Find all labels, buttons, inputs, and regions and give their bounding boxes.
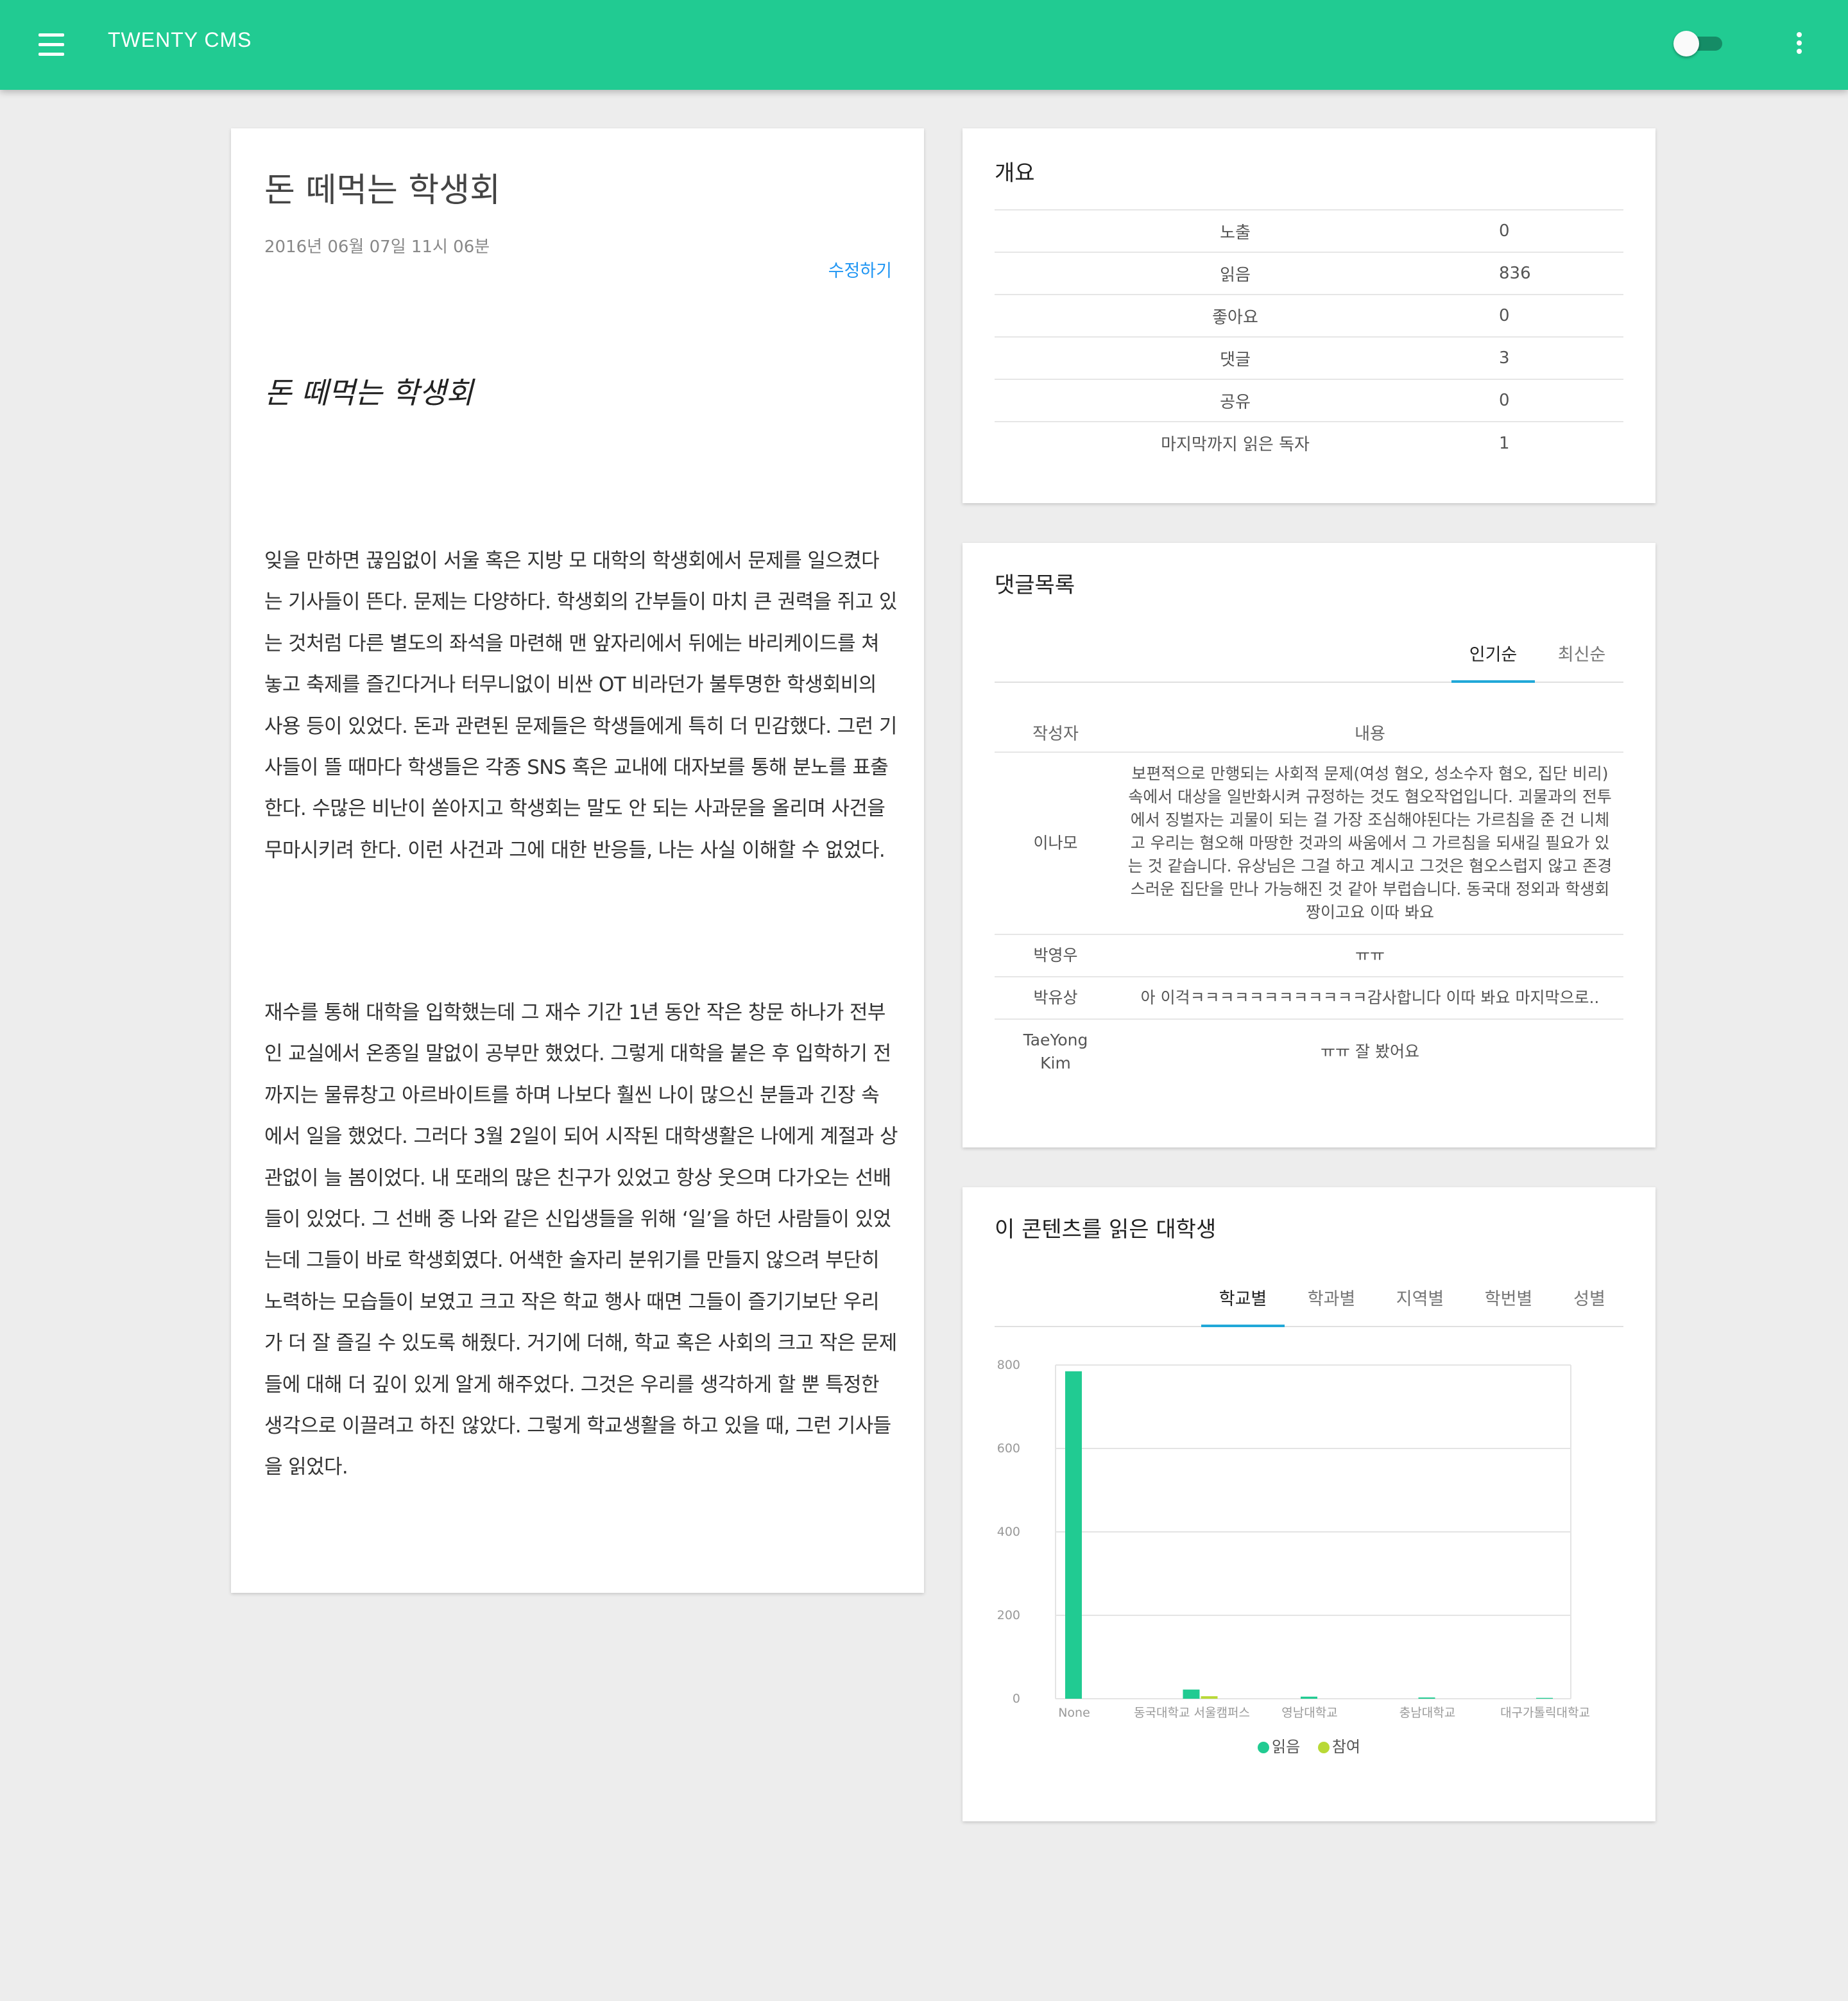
content-column-header: 내용 [1116,714,1623,753]
overview-value: 0 [1476,294,1623,337]
overview-row: 공유 0 [995,379,1623,422]
paragraph-line: 들이 있었다. 그 선배 중 나와 같은 신입생들을 위해 ‘일’을 하던 사람… [264,1208,891,1232]
paragraph-line: 까지는 물류창고 아르바이트를 하며 나보다 훨씬 나이 많으신 분들과 긴장 … [264,1083,880,1107]
paragraph-line: 놓고 축제를 즐긴다거나 터무니없이 비싼 OT 비라던가 불투명한 학생회비의 [264,673,877,697]
paragraph-line: 사들이 뜰 때마다 학생들은 각종 SNS 혹은 교내에 대자보를 통해 분노를… [264,756,889,780]
x-tick-label: 동국대학교 서울캠퍼스 [1134,1706,1250,1720]
article-paragraph-1: 잊을 만하면 끊임없이 서울 혹은 지방 모 대학의 학생회에서 문제를 일으켰… [264,540,900,871]
comment-row: 이나모 보편적으로 만행되는 사회적 문제(여성 혐오, 성소수자 혐오, 집단 … [995,752,1623,935]
paragraph-line: 재수를 통해 대학을 입학했는데 그 재수 기간 1년 동안 작은 창문 하나가… [264,1001,886,1024]
chart-bar [1418,1697,1435,1699]
paragraph-line: 는 것처럼 다른 별도의 좌석을 마련해 맨 앞자리에서 뒤에는 바리케이드를 … [264,631,880,655]
overview-label: 좋아요 [995,294,1476,337]
paragraph-line: 는데 그들이 바로 학생회였다. 어색한 술자리 분위기를 만들지 않으려 부단… [264,1249,880,1273]
overview-table: 노출 0 읽음 836 좋아요 0 댓글 3 공유 0 마지막까지 읽은 독자 1 [995,209,1623,464]
readers-bar-chart: 0 200 400 600 800 None 동국대학교 서울캠퍼스 영남대학교 충남대학교 대구… [997,1358,1590,1720]
overview-row: 댓글 3 [995,336,1623,379]
comment-author: 박영우 [995,934,1116,977]
overview-title: 개요 [995,160,1035,186]
paragraph-line: 잊을 만하면 끊임없이 서울 혹은 지방 모 대학의 학생회에서 문제를 일으켰… [264,549,880,572]
paragraph-line: 가 더 잘 즐길 수 있도록 해줬다. 거기에 더해, 학교 혹은 사회의 크고… [264,1332,897,1355]
overview-value: 3 [1476,336,1623,379]
y-tick-label: 600 [997,1441,1020,1456]
legend-label-read: 읽음 [1272,1738,1301,1756]
article-date: 2016년 06월 07일 11시 06분 [264,237,490,257]
chart-bar [1065,1371,1082,1699]
comment-content: 보편적으로 만행되는 사회적 문제(여성 혐오, 성소수자 혐오, 집단 비리)… [1116,752,1623,935]
comment-author: TaeYong Kim [1023,1030,1088,1072]
overview-value: 836 [1476,252,1623,295]
author-column-header: 작성자 [995,714,1116,753]
overview-label: 마지막까지 읽은 독자 [995,421,1476,464]
paragraph-line: 노력하는 모습들이 보였고 크고 작은 학교 행사 때면 그들이 즐기기보단 우… [264,1290,880,1314]
x-tick-label: 대구가톨릭대학교 [1500,1706,1590,1720]
overview-label: 공유 [995,379,1476,422]
x-tick-label: 영남대학교 [1281,1706,1337,1720]
y-tick-label: 200 [997,1608,1020,1622]
tab-latest[interactable]: 최신순 [1540,628,1623,683]
x-tick-label: 충남대학교 [1399,1706,1455,1720]
theme-toggle[interactable] [1673,31,1725,56]
edit-link[interactable]: 수정하기 [828,257,892,282]
article-heading: 돈 떼먹는 학생회 [264,375,474,410]
chart-bar [1183,1689,1200,1699]
overview-row: 노출 0 [995,209,1623,252]
paragraph-line: 인 교실에서 온종일 말없이 공부만 했었다. 그렇게 대학을 붙은 후 입학하… [264,1042,891,1066]
readers-card: 이 콘텐츠를 읽은 대학생 학교별 학과별 지역별 학번별 성별 0 200 400… [963,1187,1656,1821]
overview-row: 읽음 836 [995,252,1623,295]
tab-popular[interactable]: 인기순 [1451,628,1535,683]
comment-row: 박영우 ㅠㅠ [995,934,1623,977]
app-title: TWENTY CMS [108,28,252,51]
overview-label: 노출 [995,209,1476,252]
chart-legend: 읽음 참여 [963,1734,1656,1756]
comments-table: 작성자 내용 이나모 보편적으로 만행되는 사회적 문제(여성 혐오, 성소수자 … [995,714,1623,1083]
comment-author: 박유상 [995,977,1116,1020]
paragraph-line: 사용 등이 있었다. 돈과 관련된 문제들은 학생들에게 특히 더 민감했다. … [264,714,897,738]
comment-author: 이나모 [995,752,1116,935]
article-paragraph-2: 재수를 통해 대학을 입학했는데 그 재수 기간 1년 동안 작은 창문 하나가… [264,992,900,1488]
legend-item-participate[interactable]: 참여 [1317,1734,1360,1756]
comment-content: ㅠㅠ 잘 봤어요 [1321,1042,1419,1061]
comment-row: 박유상 아 이걱ㅋㅋㅋㅋㅋㅋㅋㅋㅋㅋㅋㅋ감사합니다 이따 봐요 마지막으로.. [995,977,1623,1020]
x-tick-label: None [1058,1706,1090,1720]
comment-sort-tabs: 인기순 최신순 [995,628,1623,683]
paragraph-line: 들에 대해 더 깊이 있게 알게 해주었다. 그것은 우리를 생각하게 할 뿐 … [264,1373,880,1396]
comments-title: 댓글목록 [995,572,1075,598]
y-tick-label: 800 [997,1358,1020,1372]
y-tick-label: 400 [997,1525,1020,1539]
more-vertical-icon[interactable] [1792,32,1807,58]
paragraph-line: 는 기사들이 뜬다. 문제는 다양하다. 학생회의 간부들이 마치 큰 권력을 … [264,590,897,614]
overview-row: 마지막까지 읽은 독자 1 [995,421,1623,464]
comment-content: 아 이걱ㅋㅋㅋㅋㅋㅋㅋㅋㅋㅋㅋㅋ감사합니다 이따 봐요 마지막으로.. [1116,977,1623,1020]
legend-dot-read [1258,1742,1269,1753]
paragraph-line: 생각으로 이끌려고 하진 않았다. 그렇게 학교생활을 하고 있을 때, 그런 … [264,1414,891,1438]
paragraph-line: 관없이 늘 봄이었다. 내 또래의 많은 친구가 있었고 항상 웃으며 다가오는… [264,1166,891,1190]
legend-dot-participate [1317,1742,1330,1753]
overview-value: 0 [1476,209,1623,252]
overview-value: 1 [1476,421,1623,464]
app-bar: TWENTY CMS [0,0,1848,90]
chart-bar [1536,1697,1553,1699]
paragraph-line: 무마시키려 한다. 이런 사건과 그에 대한 반응들, 나는 사실 이해할 수 … [264,838,886,862]
overview-value: 0 [1476,379,1623,422]
toggle-thumb [1673,31,1699,56]
paragraph-line: 한다. 수많은 비난이 쏟아지고 학생회는 말도 안 되는 사과문을 올리며 사… [264,797,886,821]
hamburger-menu-icon[interactable] [38,33,64,56]
overview-card: 개요 노출 0 읽음 836 좋아요 0 댓글 3 공유 0 마지막까지 읽은 독자 1 [963,128,1656,503]
overview-row: 좋아요 0 [995,294,1623,337]
legend-label-participate: 참여 [1331,1738,1360,1756]
paragraph-line: 에서 일을 했었다. 그러다 3월 2일이 되어 시작된 대학생활은 나에게 계… [264,1125,898,1149]
y-tick-label: 0 [1013,1692,1020,1706]
legend-item-read[interactable]: 읽음 [1258,1734,1300,1756]
comment-row: TaeYong Kim ㅠㅠ 잘 봤어요 [995,1019,1623,1083]
comment-content: ㅠㅠ [1116,934,1623,977]
chart-bar [1201,1696,1218,1699]
article-card: 돈 떼먹는 학생회 2016년 06월 07일 11시 06분 수정하기 돈 떼… [231,128,924,1593]
paragraph-line: 을 읽었다. [264,1456,348,1479]
article-title: 돈 떼먹는 학생회 [264,171,501,210]
comments-card: 댓글목록 인기순 최신순 작성자 내용 이나모 보편적으로 만행되는 사회적 문제… [963,543,1656,1147]
overview-label: 읽음 [995,252,1476,295]
chart-bar [1301,1696,1317,1699]
overview-label: 댓글 [995,336,1476,379]
